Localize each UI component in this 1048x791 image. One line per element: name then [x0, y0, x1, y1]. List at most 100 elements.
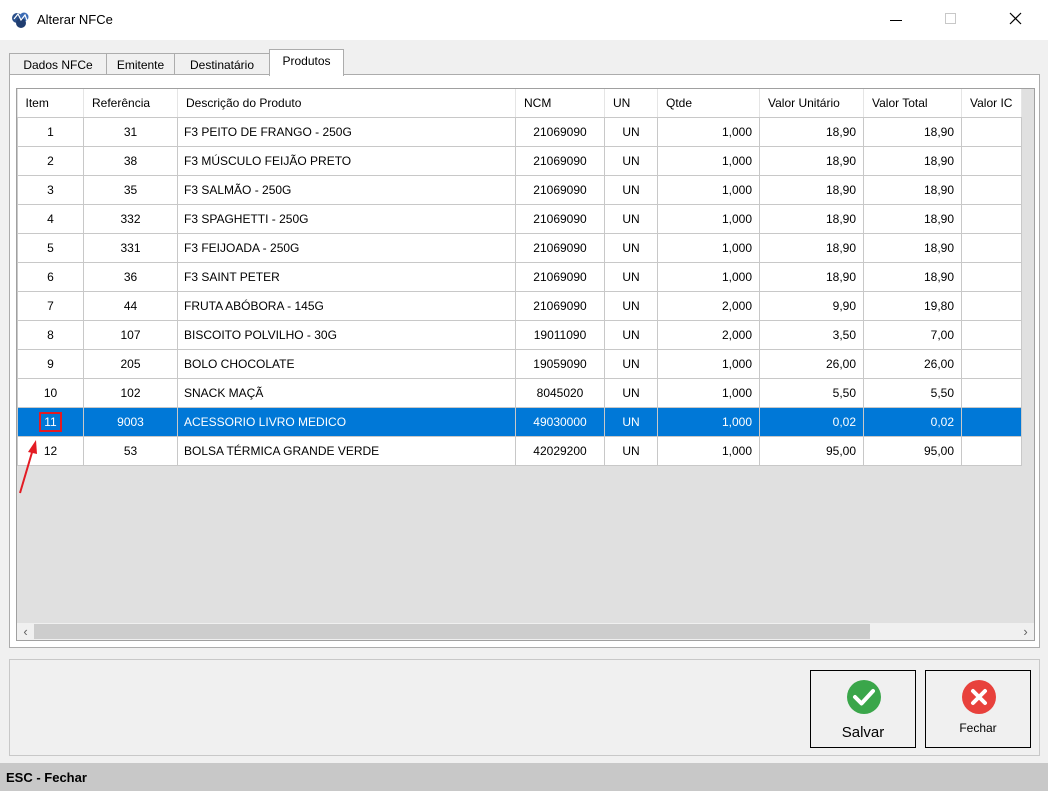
table-row[interactable]: 2 38 F3 MÚSCULO FEIJÃO PRETO 21069090 UN… — [17, 146, 1022, 176]
cell-valor-total: 18,90 — [863, 175, 962, 205]
minimize-button[interactable] — [874, 0, 920, 40]
cell-valor-unitario: 26,00 — [759, 349, 864, 379]
column-header[interactable]: NCM — [515, 89, 605, 118]
cell-ncm: 19011090 — [515, 320, 605, 350]
cell-referencia: 107 — [83, 320, 178, 350]
close-window-button[interactable] — [992, 0, 1038, 40]
maximize-icon — [945, 13, 956, 24]
actions-panel: Salvar Fechar — [9, 659, 1040, 756]
cell-ncm: 21069090 — [515, 117, 605, 147]
cell-item: 1 — [17, 117, 84, 147]
cell-descricao: F3 SPAGHETTI - 250G — [177, 204, 516, 234]
cell-qtde: 1,000 — [657, 378, 760, 408]
maximize-button[interactable] — [928, 0, 974, 40]
tab-label: Emitente — [116, 58, 165, 72]
save-button[interactable]: Salvar — [810, 670, 916, 748]
cell-un: UN — [604, 117, 658, 147]
table-row-selected[interactable]: 11 9003 ACESSORIO LIVRO MEDICO 49030000 … — [17, 407, 1022, 437]
horizontal-scrollbar[interactable]: ‹ › — [17, 623, 1034, 640]
column-header[interactable]: Descrição do Produto — [177, 89, 516, 118]
column-header[interactable]: UN — [604, 89, 658, 118]
cell-referencia: 9003 — [83, 407, 178, 437]
cell-item: 12 — [17, 436, 84, 466]
cell-valor-total: 18,90 — [863, 117, 962, 147]
cell-un: UN — [604, 291, 658, 321]
table-header-row: Item Referência Descrição do Produto NCM… — [17, 89, 1022, 118]
status-text: ESC - Fechar — [6, 770, 87, 785]
cell-ncm: 42029200 — [515, 436, 605, 466]
cell-qtde: 1,000 — [657, 436, 760, 466]
cell-valor-icms — [961, 175, 1022, 205]
cell-ncm: 21069090 — [515, 204, 605, 234]
tab-produtos[interactable]: Produtos — [269, 49, 344, 76]
cell-valor-icms — [961, 436, 1022, 466]
cell-descricao: F3 PEITO DE FRANGO - 250G — [177, 117, 516, 147]
scroll-right-icon[interactable]: › — [1017, 623, 1034, 640]
cell-un: UN — [604, 436, 658, 466]
column-header[interactable]: Valor IC — [961, 89, 1022, 118]
cell-qtde: 1,000 — [657, 262, 760, 292]
table-row[interactable]: 7 44 FRUTA ABÓBORA - 145G 21069090 UN 2,… — [17, 291, 1022, 321]
cell-valor-unitario: 18,90 — [759, 146, 864, 176]
cell-ncm: 49030000 — [515, 407, 605, 437]
cell-ncm: 21069090 — [515, 233, 605, 263]
cell-qtde: 1,000 — [657, 349, 760, 379]
cell-valor-icms — [961, 117, 1022, 147]
cell-referencia: 205 — [83, 349, 178, 379]
cell-descricao: SNACK MAÇÃ — [177, 378, 516, 408]
products-table: Item Referência Descrição do Produto NCM… — [17, 89, 1022, 466]
cell-descricao: F3 SALMÃO - 250G — [177, 175, 516, 205]
scrollbar-thumb[interactable] — [34, 624, 870, 639]
cell-item: 6 — [17, 262, 84, 292]
minimize-icon — [890, 20, 902, 21]
column-header[interactable]: Valor Total — [863, 89, 962, 118]
cell-valor-unitario: 9,90 — [759, 291, 864, 321]
cell-item: 5 — [17, 233, 84, 263]
cell-qtde: 1,000 — [657, 407, 760, 437]
cell-item: 4 — [17, 204, 84, 234]
cell-un: UN — [604, 233, 658, 263]
column-header[interactable]: Valor Unitário — [759, 89, 864, 118]
table-row[interactable]: 4 332 F3 SPAGHETTI - 250G 21069090 UN 1,… — [17, 204, 1022, 234]
cell-valor-total: 0,02 — [863, 407, 962, 437]
products-tab-panel: Item Referência Descrição do Produto NCM… — [9, 74, 1040, 648]
close-button[interactable]: Fechar — [925, 670, 1031, 748]
table-row[interactable]: 6 36 F3 SAINT PETER 21069090 UN 1,000 18… — [17, 262, 1022, 292]
column-header[interactable]: Qtde — [657, 89, 760, 118]
scroll-left-icon[interactable]: ‹ — [17, 623, 34, 640]
cell-descricao: BISCOITO POLVILHO - 30G — [177, 320, 516, 350]
cell-ncm: 8045020 — [515, 378, 605, 408]
cell-referencia: 53 — [83, 436, 178, 466]
cell-ncm: 21069090 — [515, 291, 605, 321]
status-bar: ESC - Fechar — [0, 763, 1048, 791]
cell-descricao: F3 MÚSCULO FEIJÃO PRETO — [177, 146, 516, 176]
cell-valor-total: 95,00 — [863, 436, 962, 466]
window-title: Alterar NFCe — [37, 12, 113, 27]
column-header[interactable]: Item — [17, 89, 84, 118]
app-logo-icon — [12, 12, 29, 28]
table-row[interactable]: 3 35 F3 SALMÃO - 250G 21069090 UN 1,000 … — [17, 175, 1022, 205]
table-row[interactable]: 5 331 F3 FEIJOADA - 250G 21069090 UN 1,0… — [17, 233, 1022, 263]
tab-destinatario[interactable]: Destinatário — [174, 53, 270, 75]
cell-descricao: BOLSA TÉRMICA GRANDE VERDE — [177, 436, 516, 466]
column-header[interactable]: Referência — [83, 89, 178, 118]
table-row[interactable]: 8 107 BISCOITO POLVILHO - 30G 19011090 U… — [17, 320, 1022, 350]
cell-referencia: 36 — [83, 262, 178, 292]
cell-un: UN — [604, 349, 658, 379]
table-row[interactable]: 12 53 BOLSA TÉRMICA GRANDE VERDE 4202920… — [17, 436, 1022, 466]
cell-un: UN — [604, 146, 658, 176]
cell-valor-icms — [961, 262, 1022, 292]
cell-item: 7 — [17, 291, 84, 321]
table-row[interactable]: 1 31 F3 PEITO DE FRANGO - 250G 21069090 … — [17, 117, 1022, 147]
cell-descricao: F3 SAINT PETER — [177, 262, 516, 292]
tab-dados-nfce[interactable]: Dados NFCe — [9, 53, 107, 75]
cell-ncm: 21069090 — [515, 146, 605, 176]
tab-emitente[interactable]: Emitente — [106, 53, 175, 75]
table-row[interactable]: 10 102 SNACK MAÇÃ 8045020 UN 1,000 5,50 … — [17, 378, 1022, 408]
cell-valor-icms — [961, 291, 1022, 321]
cell-valor-unitario: 18,90 — [759, 175, 864, 205]
checkmark-icon — [847, 680, 881, 714]
table-row[interactable]: 9 205 BOLO CHOCOLATE 19059090 UN 1,000 2… — [17, 349, 1022, 379]
item-highlight-box: 11 — [39, 411, 62, 432]
cell-valor-icms — [961, 320, 1022, 350]
